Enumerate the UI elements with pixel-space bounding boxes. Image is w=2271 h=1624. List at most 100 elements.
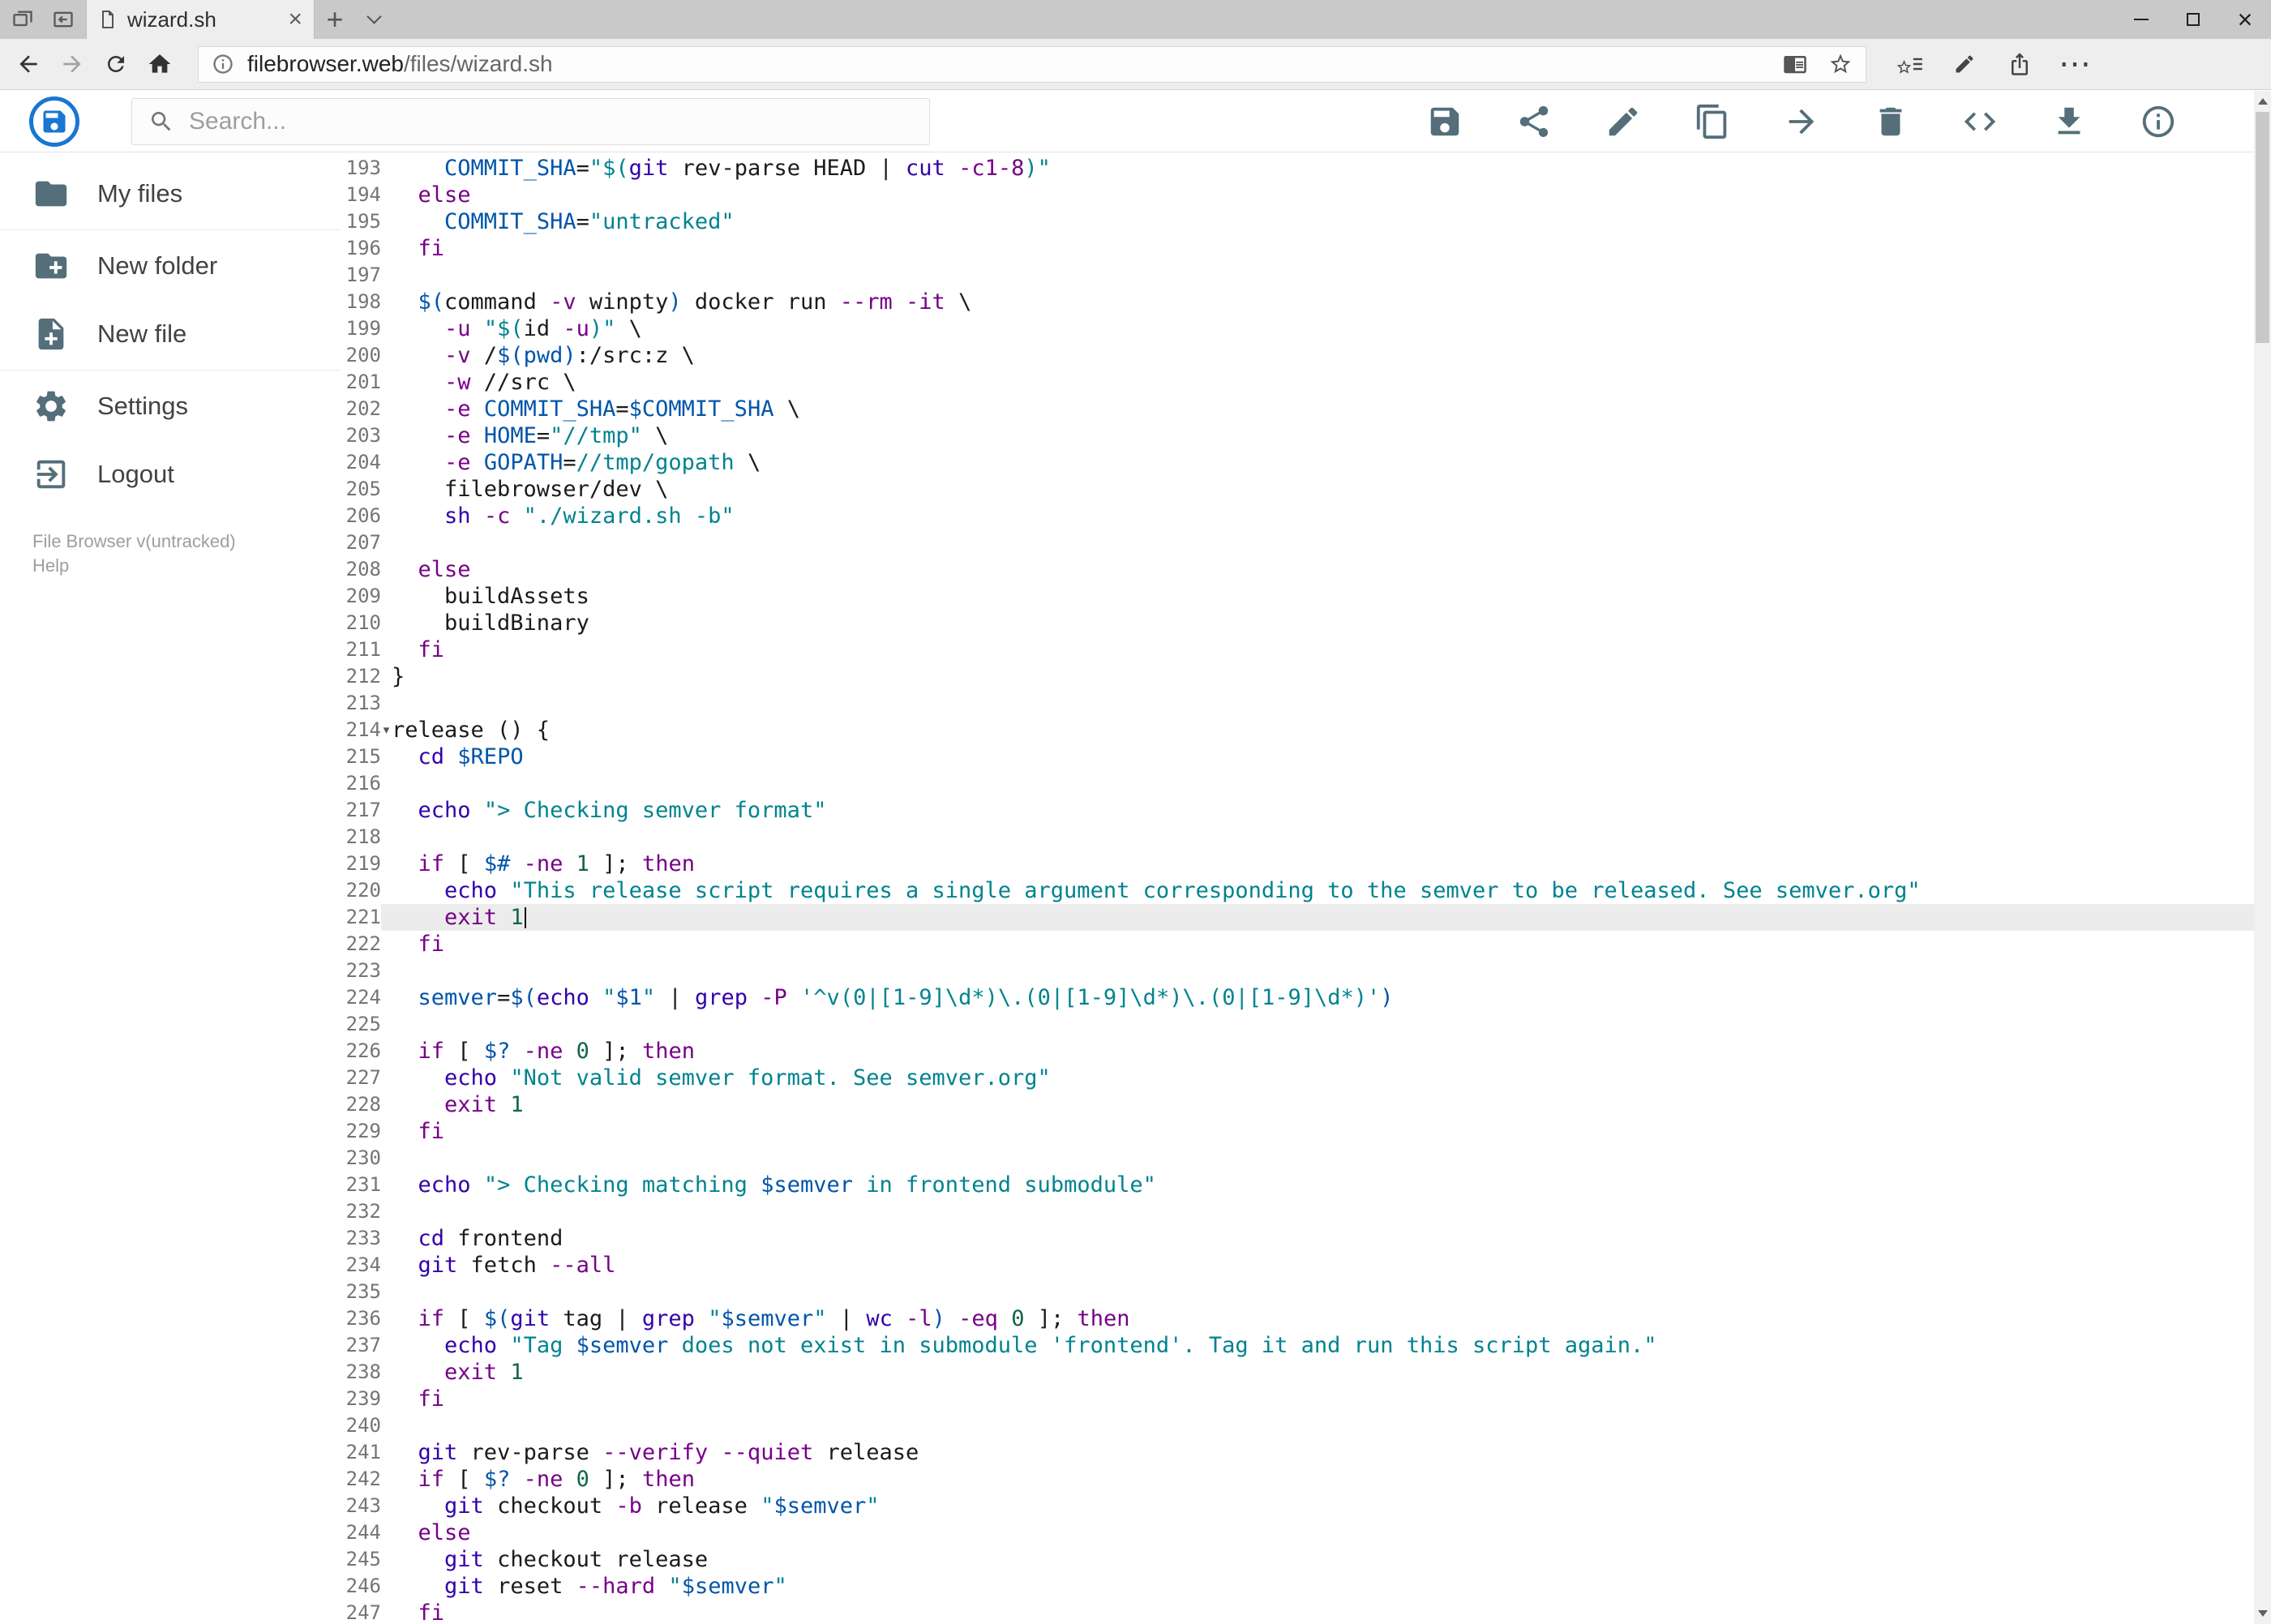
code-line[interactable]: 234 git fetch --all <box>341 1252 2271 1279</box>
code-line[interactable]: 245 git checkout release <box>341 1546 2271 1573</box>
toolbar-delete-button[interactable] <box>1872 103 1909 140</box>
code-line[interactable]: 218 <box>341 824 2271 851</box>
code-line[interactable]: 207 <box>341 529 2271 556</box>
code-line[interactable]: 204 -e GOPATH=//tmp/gopath \ <box>341 449 2271 476</box>
code-line[interactable]: 194 else <box>341 182 2271 208</box>
forward-button[interactable] <box>50 42 94 86</box>
toolbar-share-button[interactable] <box>1515 103 1553 140</box>
code-line[interactable]: 221 exit 1 <box>341 904 2271 931</box>
code-line[interactable]: 216 <box>341 770 2271 797</box>
code-line[interactable]: 225 <box>341 1011 2271 1038</box>
code-line[interactable]: 241 git rev-parse --verify --quiet relea… <box>341 1439 2271 1466</box>
reading-view-button[interactable] <box>1783 52 1807 76</box>
more-options-button[interactable]: ⋯ <box>2051 42 2098 86</box>
code-line[interactable]: 222 fi <box>341 931 2271 958</box>
code-line[interactable]: 203 -e HOME="//tmp" \ <box>341 422 2271 449</box>
page-scrollbar[interactable] <box>2254 91 2271 1624</box>
code-line[interactable]: 227 echo "Not valid semver format. See s… <box>341 1065 2271 1091</box>
code-line[interactable]: 246 git reset --hard "$semver" <box>341 1573 2271 1600</box>
code-line[interactable]: 226 if [ $? -ne 0 ]; then <box>341 1038 2271 1065</box>
scroll-down-button[interactable] <box>2254 1605 2271 1622</box>
search-input[interactable] <box>189 107 913 135</box>
code-line[interactable]: 208 else <box>341 556 2271 583</box>
fold-gutter <box>381 1038 392 1065</box>
code-line[interactable]: 236 if [ $(git tag | grep "$semver" | wc… <box>341 1305 2271 1332</box>
code-line[interactable]: 199 -u "$(id -u)" \ <box>341 315 2271 342</box>
code-line[interactable]: 237 echo "Tag $semver does not exist in … <box>341 1332 2271 1359</box>
tabs-aside-button[interactable] <box>6 3 39 36</box>
hub-button[interactable] <box>1886 42 1933 86</box>
code-line[interactable]: 215 cd $REPO <box>341 743 2271 770</box>
filebrowser-logo[interactable] <box>29 96 79 147</box>
code-line[interactable]: 242 if [ $? -ne 0 ]; then <box>341 1466 2271 1493</box>
scroll-up-button[interactable] <box>2254 92 2271 110</box>
toolbar-move-button[interactable] <box>1783 103 1820 140</box>
code-line[interactable]: 247 fi <box>341 1600 2271 1624</box>
code-line[interactable]: 233 cd frontend <box>341 1225 2271 1252</box>
code-line[interactable]: 228 exit 1 <box>341 1091 2271 1118</box>
code-line[interactable]: 240 <box>341 1412 2271 1439</box>
toolbar-edit-button[interactable] <box>1605 103 1642 140</box>
code-line[interactable]: 206 sh -c "./wizard.sh -b" <box>341 503 2271 529</box>
maximize-button[interactable] <box>2167 0 2219 39</box>
code-line[interactable]: 209 buildAssets <box>341 583 2271 610</box>
code-line[interactable]: 219 if [ $# -ne 1 ]; then <box>341 851 2271 877</box>
new-tab-button[interactable]: + <box>315 0 355 39</box>
code-line[interactable]: 217 echo "> Checking semver format" <box>341 797 2271 824</box>
code-line[interactable]: 197 <box>341 262 2271 289</box>
code-line[interactable]: 235 <box>341 1279 2271 1305</box>
code-line[interactable]: 196 fi <box>341 235 2271 262</box>
code-line[interactable]: 223 <box>341 958 2271 984</box>
search-box[interactable] <box>131 97 930 145</box>
share-page-button[interactable] <box>1996 42 2043 86</box>
scrollbar-thumb[interactable] <box>2256 112 2269 343</box>
home-button[interactable] <box>138 42 182 86</box>
code-line[interactable]: 212} <box>341 663 2271 690</box>
annotate-button[interactable] <box>1941 42 1988 86</box>
code-line[interactable]: 244 else <box>341 1519 2271 1546</box>
refresh-button[interactable] <box>94 42 138 86</box>
code-line[interactable]: 195 COMMIT_SHA="untracked" <box>341 208 2271 235</box>
code-line[interactable]: 231 echo "> Checking matching $semver in… <box>341 1172 2271 1198</box>
minimize-button[interactable] <box>2115 0 2167 39</box>
code-line[interactable]: 239 fi <box>341 1386 2271 1412</box>
fold-marker-icon[interactable]: ▾ <box>381 717 392 743</box>
help-link[interactable]: Help <box>32 554 341 578</box>
code-line[interactable]: 201 -w //src \ <box>341 369 2271 396</box>
code-line[interactable]: 202 -e COMMIT_SHA=$COMMIT_SHA \ <box>341 396 2271 422</box>
code-editor[interactable]: 192 if [ "$(command -v git)" != "" ]; th… <box>341 153 2271 1624</box>
code-line[interactable]: 229 fi <box>341 1118 2271 1145</box>
code-line[interactable]: 214 ▾ release () { <box>341 717 2271 743</box>
code-line[interactable]: 210 buildBinary <box>341 610 2271 636</box>
browser-tab[interactable]: wizard.sh × <box>86 0 315 39</box>
sidebar-item-new-file[interactable]: New file <box>0 300 341 368</box>
code-line[interactable]: 193 COMMIT_SHA="$(git rev-parse HEAD | c… <box>341 155 2271 182</box>
code-line[interactable]: 211 fi <box>341 636 2271 663</box>
code-line[interactable]: 243 git checkout -b release "$semver" <box>341 1493 2271 1519</box>
favorite-star-button[interactable] <box>1828 52 1853 76</box>
sidebar-item-new-folder[interactable]: New folder <box>0 232 341 300</box>
code-line[interactable]: 232 <box>341 1198 2271 1225</box>
code-line[interactable]: 220 echo "This release script requires a… <box>341 877 2271 904</box>
toolbar-code-button[interactable] <box>1961 103 1999 140</box>
code-line[interactable]: 198 $(command -v winpty) docker run --rm… <box>341 289 2271 315</box>
tab-preview-chevron[interactable] <box>355 0 392 39</box>
sidebar-item-logout[interactable]: Logout <box>0 440 341 508</box>
code-line[interactable]: 238 exit 1 <box>341 1359 2271 1386</box>
code-line[interactable]: 213 <box>341 690 2271 717</box>
close-window-button[interactable]: × <box>2219 0 2271 39</box>
tab-close-icon[interactable]: × <box>288 7 302 32</box>
sidebar-item-settings[interactable]: Settings <box>0 372 341 440</box>
sidebar-item-my-files[interactable]: My files <box>0 160 341 228</box>
toolbar-download-button[interactable] <box>2050 103 2088 140</box>
back-button[interactable] <box>6 42 50 86</box>
set-tabs-aside-button[interactable] <box>47 3 79 36</box>
code-line[interactable]: 200 -v /$(pwd):/src:z \ <box>341 342 2271 369</box>
code-line[interactable]: 205 filebrowser/dev \ <box>341 476 2271 503</box>
toolbar-info-button[interactable] <box>2140 103 2177 140</box>
toolbar-copy-button[interactable] <box>1694 103 1731 140</box>
code-line[interactable]: 230 <box>341 1145 2271 1172</box>
code-line[interactable]: 224 semver=$(echo "$1" | grep -P '^v(0|[… <box>341 984 2271 1011</box>
url-field[interactable]: filebrowser.web/files/wizard.sh <box>198 45 1866 83</box>
toolbar-save-button[interactable] <box>1426 103 1463 140</box>
